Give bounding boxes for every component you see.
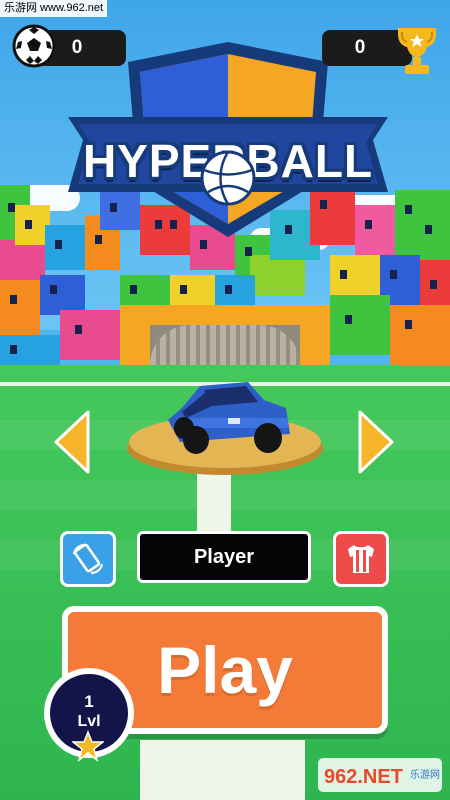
jersey-button[interactable] <box>333 531 389 587</box>
car-model <box>168 382 290 454</box>
hyperball-logo: HYPERBALL <box>68 42 388 242</box>
next-car-button[interactable] <box>356 410 396 474</box>
svg-text:乐游网: 乐游网 <box>410 768 440 781</box>
volleyball-icon <box>200 150 256 206</box>
level-label: Lvl <box>77 713 101 730</box>
player-name-field[interactable]: Player <box>137 531 311 583</box>
soccer-ball-icon <box>12 24 56 68</box>
player-name-text: Player <box>193 546 255 568</box>
watermark-bottom-logo: 962.NET 乐游网 <box>318 758 442 792</box>
jersey-icon <box>348 545 374 573</box>
rotate-phone-icon <box>72 543 104 575</box>
level-number: 1 <box>84 692 94 711</box>
rotate-view-button[interactable] <box>60 531 116 587</box>
svg-text:962.NET: 962.NET <box>324 766 403 788</box>
watermark-top: 乐游网 www.962.net <box>0 0 108 17</box>
trophy-value: 0 <box>354 37 366 58</box>
star-icon <box>72 730 104 762</box>
stadium-seating <box>150 325 300 365</box>
center-line <box>140 740 305 800</box>
previous-car-button[interactable] <box>52 410 92 474</box>
trophy-icon <box>398 28 436 74</box>
